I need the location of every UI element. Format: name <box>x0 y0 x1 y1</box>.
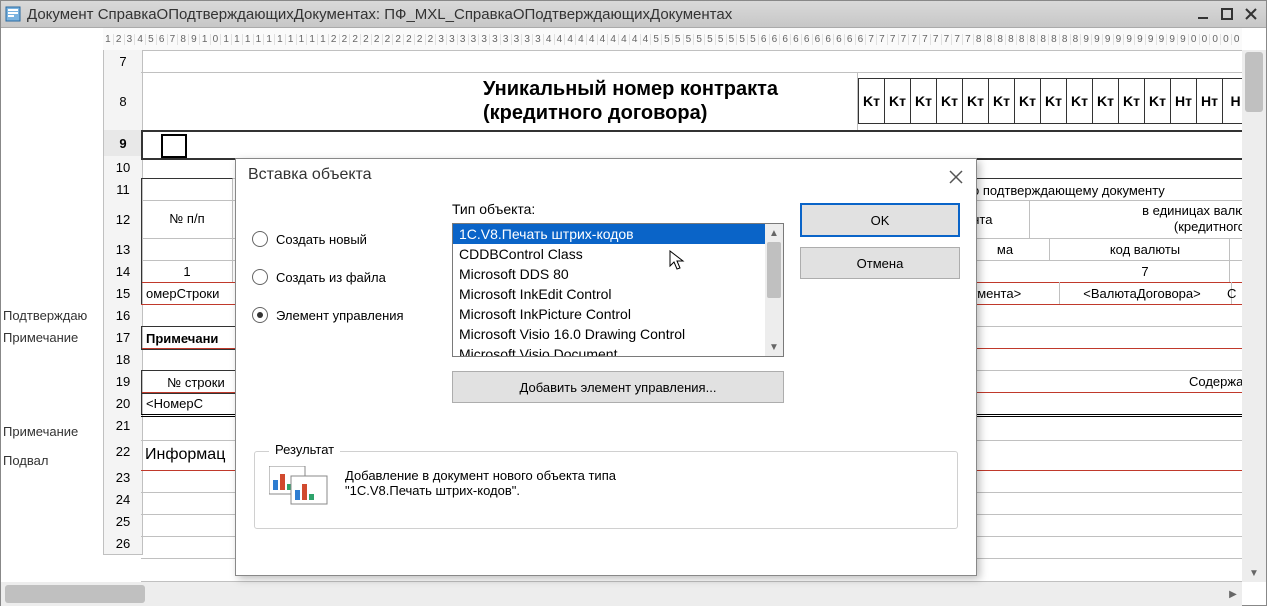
list-scrollbar[interactable]: ▲ ▼ <box>765 224 783 356</box>
radio-control-element[interactable]: Элемент управления <box>252 307 452 323</box>
row-number[interactable]: 9 <box>103 130 143 157</box>
col-header: по подтверждающему документу <box>961 178 1242 201</box>
radio-group: Создать новый Создать из файла Элемент у… <box>252 201 452 403</box>
cell: Содержание <box>1141 370 1242 392</box>
scroll-right-icon[interactable]: ▶ <box>1224 582 1242 606</box>
radio-create-from-file[interactable]: Создать из файла <box>252 269 452 285</box>
row-number[interactable]: 8 <box>103 72 143 131</box>
list-item[interactable]: 1C.V8.Печать штрих-кодов <box>453 224 783 244</box>
list-item[interactable]: Microsoft DDS 80 <box>453 264 783 284</box>
row-number[interactable]: 19 <box>103 370 143 393</box>
list-item[interactable]: Microsoft InkPicture Control <box>453 304 783 324</box>
content-area: 1234567891011111111112222222222333333333… <box>1 28 1266 606</box>
result-label: Результат <box>269 442 340 457</box>
dialog-title: Вставка объекта <box>236 159 976 191</box>
row-number[interactable]: 24 <box>103 488 143 511</box>
radio-create-new[interactable]: Создать новый <box>252 231 452 247</box>
insert-object-dialog: Вставка объекта Создать новый Создать из… <box>235 158 977 576</box>
cell: 1 <box>141 260 233 282</box>
list-item[interactable]: Microsoft Visio 16.0 Drawing Control <box>453 324 783 344</box>
app-icon <box>5 6 21 22</box>
row-number[interactable]: 20 <box>103 392 143 415</box>
cell: Информац <box>141 440 250 470</box>
cancel-button[interactable]: Отмена <box>800 247 960 279</box>
scroll-up-icon[interactable]: ▲ <box>765 224 783 242</box>
group-label: Подтверждаю <box>3 308 87 323</box>
scroll-down-icon[interactable]: ▼ <box>1242 564 1266 582</box>
list-item[interactable]: Microsoft Visio Document <box>453 344 783 357</box>
result-chart-icon <box>269 466 329 506</box>
row-number[interactable]: 21 <box>103 414 143 437</box>
ok-button[interactable]: OK <box>800 203 960 237</box>
main-window: Документ СправкаОПодтверждающихДокумента… <box>0 0 1267 606</box>
group-label: Примечание <box>3 330 78 345</box>
selected-cell-marker <box>161 134 187 158</box>
list-item[interactable]: CDDBControl Class <box>453 244 783 264</box>
horizontal-scrollbar[interactable]: ◀ ▶ <box>1 582 1242 606</box>
row-group-labels: Подтверждаю Примечание Примечание Подвал <box>1 50 103 582</box>
close-button[interactable] <box>1240 5 1262 23</box>
cell: в единицах валю(кредитного <box>1091 200 1242 238</box>
add-control-button[interactable]: Добавить элемент управления... <box>452 371 784 403</box>
result-box: Результат Добавление в документ нового о… <box>254 451 958 529</box>
row-number[interactable]: 15 <box>103 282 143 305</box>
horizontal-ruler: 1234567891011111111112222222222333333333… <box>103 28 1242 51</box>
maximize-button[interactable] <box>1216 5 1238 23</box>
row-number[interactable]: 23 <box>103 466 143 489</box>
row-number[interactable]: 11 <box>103 178 143 201</box>
result-text: Добавление в документ нового объекта тип… <box>345 468 947 498</box>
kt-cells: KтKтKтKтKтKтKтKтKтKтKтKтHтHтH <box>859 78 1242 124</box>
window-title: Документ СправкаОПодтверждающихДокумента… <box>27 6 1190 23</box>
vertical-scrollbar[interactable]: ▲ ▼ <box>1242 50 1266 582</box>
cell: <ВалютаДоговора> <box>1053 282 1232 304</box>
dialog-close-button[interactable] <box>944 165 968 189</box>
row-number[interactable]: 14 <box>103 260 143 283</box>
row-number-gutter: 7891011121314151617181920212223242526 <box>103 50 141 582</box>
scrollbar-thumb[interactable] <box>5 585 145 603</box>
row-number[interactable]: 13 <box>103 238 143 261</box>
row-number[interactable]: 16 <box>103 304 143 327</box>
row-number[interactable]: 7 <box>103 50 143 73</box>
row-number[interactable]: 10 <box>103 156 143 179</box>
scrollbar-thumb[interactable] <box>767 242 781 298</box>
scroll-down-icon[interactable]: ▼ <box>765 338 783 356</box>
row-number[interactable]: 25 <box>103 510 143 533</box>
cell: С <box>1223 282 1242 304</box>
cell: код валюты <box>1061 238 1230 260</box>
contract-heading: Уникальный номер контракта (кредитного д… <box>479 72 858 130</box>
object-type-list[interactable]: 1C.V8.Печать штрих-кодовCDDBControl Clas… <box>452 223 784 357</box>
group-label: Подвал <box>3 453 48 468</box>
row-number[interactable]: 26 <box>103 532 143 555</box>
row-number[interactable]: 18 <box>103 348 143 371</box>
cell: 7 <box>1061 260 1230 282</box>
row-number[interactable]: 22 <box>103 436 143 467</box>
minimize-button[interactable] <box>1192 5 1214 23</box>
scrollbar-thumb[interactable] <box>1245 52 1263 112</box>
row-number[interactable]: 12 <box>103 200 143 239</box>
list-item[interactable]: Microsoft InkEdit Control <box>453 284 783 304</box>
group-label: Примечание <box>3 424 78 439</box>
object-type-label: Тип объекта: <box>452 201 784 217</box>
col-header-np: № п/п <box>141 200 233 238</box>
title-bar: Документ СправкаОПодтверждающихДокумента… <box>1 1 1266 28</box>
row-number[interactable]: 17 <box>103 326 143 349</box>
